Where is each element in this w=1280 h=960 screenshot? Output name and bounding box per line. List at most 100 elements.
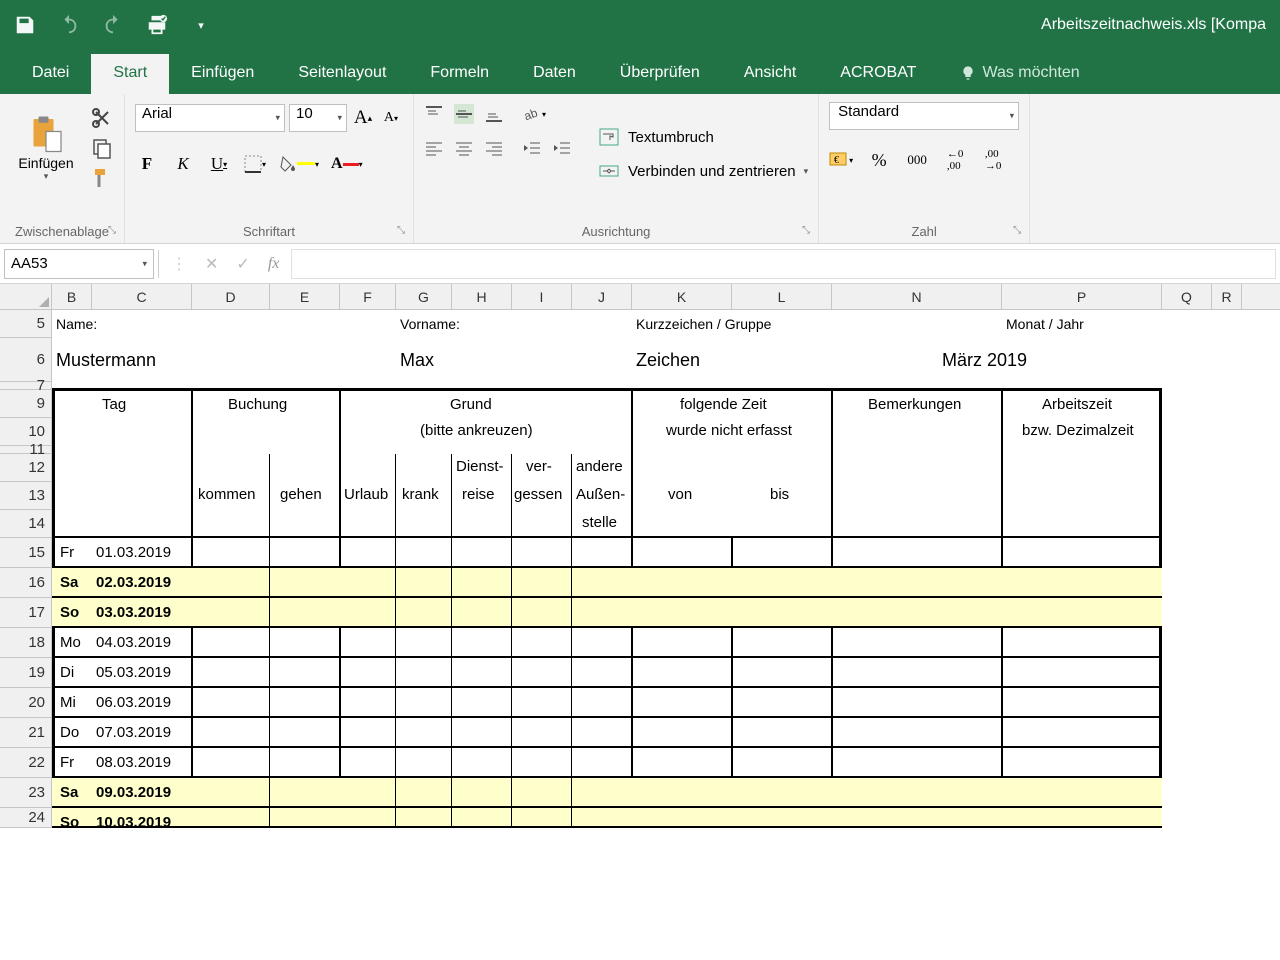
align-top-icon[interactable]: [424, 104, 444, 124]
increase-decimal-icon[interactable]: ←0,00: [943, 147, 967, 173]
borders-icon[interactable]: ▾: [243, 151, 267, 177]
row-header[interactable]: 21: [0, 718, 52, 748]
column-header[interactable]: J: [572, 284, 632, 309]
cell-date[interactable]: 10.03.2019: [96, 814, 171, 831]
tell-me[interactable]: Was möchten: [938, 54, 1101, 94]
customize-qat-icon[interactable]: ▾: [190, 14, 212, 36]
italic-button[interactable]: K: [171, 151, 195, 177]
column-header[interactable]: N: [832, 284, 1002, 309]
format-painter-icon[interactable]: [90, 166, 114, 190]
row-header[interactable]: 13: [0, 482, 52, 510]
increase-indent-icon[interactable]: [552, 138, 572, 158]
wrap-text-button[interactable]: Textumbruch: [598, 126, 808, 148]
shrink-font-icon[interactable]: A▾: [379, 105, 403, 131]
cell-day[interactable]: Sa: [60, 784, 78, 801]
tab-home[interactable]: Start: [91, 54, 169, 94]
tab-page-layout[interactable]: Seitenlayout: [276, 54, 408, 94]
tab-data[interactable]: Daten: [511, 54, 598, 94]
column-header[interactable]: C: [92, 284, 192, 309]
row-header[interactable]: 22: [0, 748, 52, 778]
tab-insert[interactable]: Einfügen: [169, 54, 276, 94]
row-header[interactable]: 20: [0, 688, 52, 718]
value-kurzzeichen[interactable]: Zeichen: [636, 350, 700, 371]
grow-font-icon[interactable]: A▴: [351, 105, 375, 131]
column-header[interactable]: Q: [1162, 284, 1212, 309]
cell-date[interactable]: 06.03.2019: [96, 694, 171, 711]
cell-date[interactable]: 03.03.2019: [96, 604, 171, 621]
comma-format-button[interactable]: 000: [905, 147, 929, 173]
column-header[interactable]: F: [340, 284, 396, 309]
number-launcher-icon[interactable]: ⤡: [1013, 225, 1027, 239]
tab-review[interactable]: Überprüfen: [598, 54, 722, 94]
paste-button[interactable]: Einfügen ▾: [10, 98, 82, 198]
row-header[interactable]: 23: [0, 778, 52, 808]
cell-date[interactable]: 02.03.2019: [96, 574, 171, 591]
align-right-icon[interactable]: [484, 138, 504, 158]
cell-date[interactable]: 04.03.2019: [96, 634, 171, 651]
row-header[interactable]: 24: [0, 808, 52, 828]
redo-icon[interactable]: [102, 14, 124, 36]
cell-date[interactable]: 01.03.2019: [96, 544, 171, 561]
cell-date[interactable]: 07.03.2019: [96, 724, 171, 741]
row-header[interactable]: 19: [0, 658, 52, 688]
save-icon[interactable]: [14, 14, 36, 36]
row-header[interactable]: 17: [0, 598, 52, 628]
row-header[interactable]: 14: [0, 510, 52, 538]
align-center-icon[interactable]: [454, 138, 474, 158]
alignment-launcher-icon[interactable]: ⤡: [802, 225, 816, 239]
row-header[interactable]: 9: [0, 390, 52, 418]
column-header[interactable]: H: [452, 284, 512, 309]
value-name[interactable]: Mustermann: [56, 350, 156, 371]
column-header[interactable]: G: [396, 284, 452, 309]
quick-print-icon[interactable]: [146, 14, 168, 36]
formula-input[interactable]: [291, 249, 1276, 279]
align-left-icon[interactable]: [424, 138, 444, 158]
cell-day[interactable]: Mo: [60, 634, 81, 651]
tab-file[interactable]: Datei: [10, 54, 91, 94]
row-header[interactable]: 15: [0, 538, 52, 568]
underline-button[interactable]: U ▾: [207, 151, 231, 177]
cell-day[interactable]: So: [60, 814, 79, 831]
column-header[interactable]: P: [1002, 284, 1162, 309]
cell-day[interactable]: Di: [60, 664, 74, 681]
column-header[interactable]: K: [632, 284, 732, 309]
undo-icon[interactable]: [58, 14, 80, 36]
column-header[interactable]: E: [270, 284, 340, 309]
row-header[interactable]: 18: [0, 628, 52, 658]
tab-view[interactable]: Ansicht: [722, 54, 818, 94]
bold-button[interactable]: F: [135, 151, 159, 177]
merge-center-button[interactable]: Verbinden und zentrieren ▾: [598, 160, 808, 182]
align-middle-icon[interactable]: [454, 104, 474, 124]
column-header[interactable]: I: [512, 284, 572, 309]
fx-icon[interactable]: fx: [268, 255, 280, 273]
cut-icon[interactable]: [90, 106, 114, 130]
row-header[interactable]: 7: [0, 382, 52, 390]
row-header[interactable]: 16: [0, 568, 52, 598]
cell-date[interactable]: 08.03.2019: [96, 754, 171, 771]
orientation-icon[interactable]: ab▾: [522, 104, 546, 124]
tab-formulas[interactable]: Formeln: [408, 54, 511, 94]
cell-date[interactable]: 09.03.2019: [96, 784, 171, 801]
column-header[interactable]: R: [1212, 284, 1242, 309]
spreadsheet-grid[interactable]: BCDEFGHIJKLNPQR 567910111213141516171819…: [0, 284, 1280, 828]
fill-color-icon[interactable]: ▾: [279, 151, 319, 177]
enter-formula-icon[interactable]: ✓: [236, 254, 249, 274]
decrease-indent-icon[interactable]: [522, 138, 542, 158]
value-monat[interactable]: März 2019: [942, 350, 1027, 371]
copy-icon[interactable]: [90, 136, 114, 160]
row-header[interactable]: 5: [0, 310, 52, 338]
tab-acrobat[interactable]: ACROBAT: [818, 54, 938, 94]
font-color-icon[interactable]: A ▾: [331, 151, 363, 177]
cell-day[interactable]: Fr: [60, 754, 74, 771]
font-size-select[interactable]: 10▾: [289, 104, 347, 132]
column-header[interactable]: B: [52, 284, 92, 309]
number-format-select[interactable]: Standard▾: [829, 102, 1019, 130]
accounting-format-icon[interactable]: €▾: [829, 147, 853, 173]
column-header[interactable]: D: [192, 284, 270, 309]
font-launcher-icon[interactable]: ⤡: [397, 225, 411, 239]
row-header[interactable]: 6: [0, 338, 52, 382]
percent-format-button[interactable]: %: [867, 147, 891, 173]
cell-day[interactable]: So: [60, 604, 79, 621]
clipboard-launcher-icon[interactable]: ⤡: [108, 225, 122, 239]
cells-area[interactable]: Name:Vorname:Kurzzeichen / GruppeMonat /…: [52, 310, 1242, 828]
